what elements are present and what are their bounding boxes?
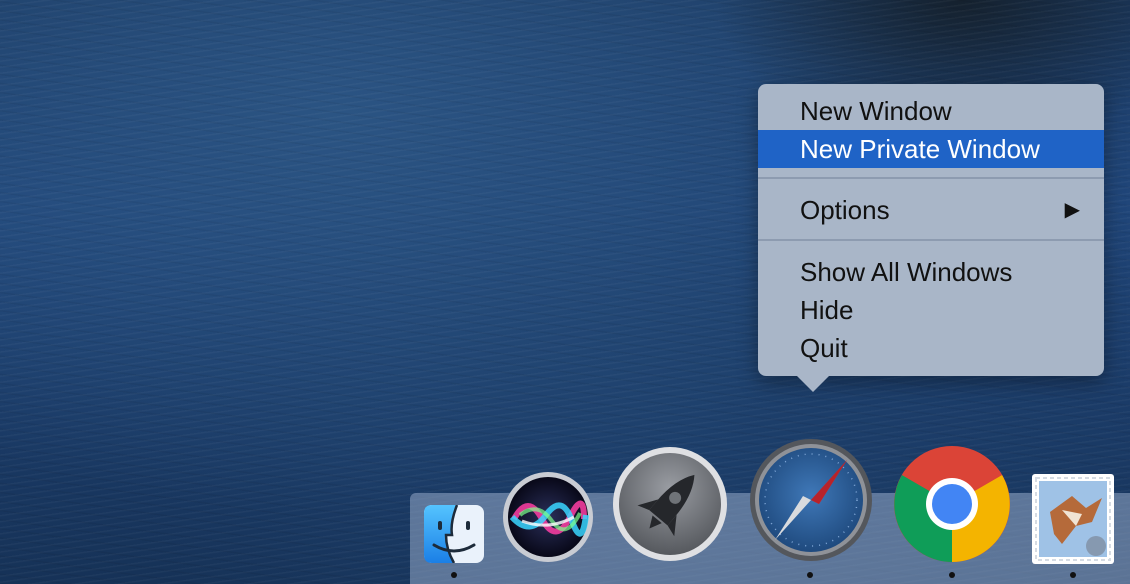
running-indicator [1070, 572, 1076, 578]
menu-item-hide[interactable]: Hide [758, 291, 1104, 329]
menu-item-new-private-window[interactable]: New Private Window [758, 130, 1104, 168]
menu-separator [758, 239, 1104, 241]
chrome-icon[interactable] [892, 444, 1012, 564]
finder-icon[interactable] [424, 505, 484, 563]
menu-separator [758, 177, 1104, 179]
dock-context-menu: New Window New Private Window Options ▶ … [758, 84, 1104, 392]
menu-item-new-window[interactable]: New Window [758, 92, 1104, 130]
running-indicator [807, 572, 813, 578]
menu-item-label: New Window [800, 96, 952, 126]
menu-item-label: Quit [800, 333, 848, 363]
safari-icon[interactable] [749, 438, 873, 562]
menu-item-label: Hide [800, 295, 854, 325]
menu-item-label: Show All Windows [800, 257, 1013, 287]
menu-item-quit[interactable]: Quit [758, 329, 1104, 367]
running-indicator [949, 572, 955, 578]
menu-item-show-all-windows[interactable]: Show All Windows [758, 253, 1104, 291]
menu-item-label: New Private Window [800, 134, 1040, 164]
menu-item-label: Options [800, 195, 890, 225]
menu-item-options[interactable]: Options ▶ [758, 191, 1104, 229]
mail-icon[interactable] [1032, 474, 1114, 564]
running-indicator [451, 572, 457, 578]
siri-icon[interactable] [502, 471, 594, 563]
submenu-arrow-icon: ▶ [1064, 199, 1080, 221]
launchpad-icon[interactable] [612, 446, 728, 562]
